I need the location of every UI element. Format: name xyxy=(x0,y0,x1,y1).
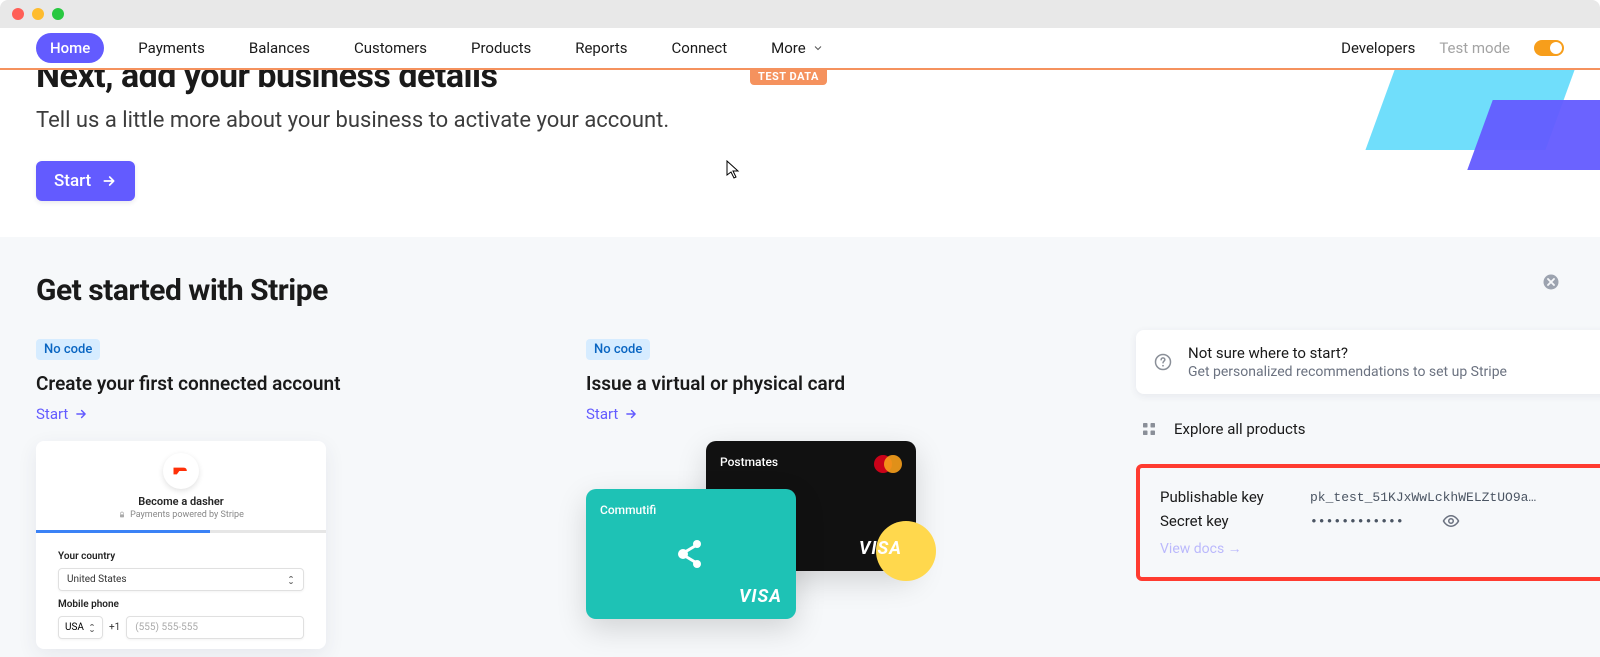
sample-card-commutifi: Commutifi VISA xyxy=(586,489,796,619)
test-mode-toggle[interactable] xyxy=(1534,40,1564,56)
dasher-subtitle-text: Payments powered by Stripe xyxy=(130,510,244,520)
window-zoom-button[interactable] xyxy=(52,8,64,20)
mobile-label: Mobile phone xyxy=(58,599,304,610)
mastercard-icon xyxy=(874,455,902,473)
country-select[interactable]: United States xyxy=(58,568,304,591)
col1-start-link[interactable]: Start xyxy=(36,405,88,423)
country-code-value: USA xyxy=(65,622,84,633)
commutifi-icon xyxy=(671,534,711,574)
col1-title: Create your first connected account xyxy=(36,372,526,395)
country-value: United States xyxy=(67,574,127,585)
nav-more[interactable]: More xyxy=(761,33,834,63)
col2-start-label: Start xyxy=(586,405,618,423)
card-brand-label: Commutifi xyxy=(600,503,782,517)
dasher-preview-card: Become a dasher Payments powered by Stri… xyxy=(36,441,326,649)
activate-account-hero: Next, add your business details Tell us … xyxy=(0,70,1600,237)
window-close-button[interactable] xyxy=(12,8,24,20)
publishable-key-value[interactable]: pk_test_51KJxWwLckhWELZtUO9a… xyxy=(1310,490,1536,505)
no-code-badge: No code xyxy=(586,339,650,360)
cards-illustration: Postmates VISA Commutifi VISA xyxy=(586,441,1076,641)
nav-more-label: More xyxy=(771,39,806,57)
not-sure-title: Not sure where to start? xyxy=(1188,344,1586,362)
nav-balances[interactable]: Balances xyxy=(239,33,320,63)
secret-key-value-masked: •••••••••••• xyxy=(1310,514,1404,529)
start-button-label: Start xyxy=(54,171,91,191)
nav-reports[interactable]: Reports xyxy=(565,33,637,63)
dasher-title: Become a dasher xyxy=(36,495,326,508)
hero-title: Next, add your business details xyxy=(36,70,1564,96)
hero-subtitle: Tell us a little more about your busines… xyxy=(36,108,1564,133)
no-code-badge: No code xyxy=(36,339,100,360)
window-titlebar xyxy=(0,0,1600,28)
country-label: Your country xyxy=(58,551,304,562)
start-button[interactable]: Start xyxy=(36,161,135,201)
nav-customers[interactable]: Customers xyxy=(344,33,437,63)
doordash-logo-icon xyxy=(163,453,199,489)
explore-products-label: Explore all products xyxy=(1174,420,1600,438)
col2-start-link[interactable]: Start xyxy=(586,405,638,423)
top-nav: Home Payments Balances Customers Product… xyxy=(0,28,1600,68)
publishable-key-label: Publishable key xyxy=(1160,488,1280,506)
nav-payments[interactable]: Payments xyxy=(128,33,215,63)
grid-icon xyxy=(1140,420,1158,438)
arrow-right-icon xyxy=(624,407,638,421)
get-started-section: Get started with Stripe No code Create y… xyxy=(0,237,1600,657)
col2-title: Issue a virtual or physical card xyxy=(586,372,1076,395)
visa-logo: VISA xyxy=(859,538,902,559)
dismiss-get-started-icon[interactable] xyxy=(1542,273,1560,291)
api-keys-box-highlighted: Publishable key pk_test_51KJxWwLckhWELZt… xyxy=(1136,464,1600,581)
select-caret-icon xyxy=(287,576,295,584)
nav-connect[interactable]: Connect xyxy=(662,33,738,63)
phone-prefix: +1 xyxy=(109,622,120,633)
question-circle-icon xyxy=(1154,353,1172,371)
get-started-side-panel: Not sure where to start? Get personalize… xyxy=(1136,330,1600,649)
phone-input[interactable]: (555) 555-555 xyxy=(126,616,304,639)
window-minimize-button[interactable] xyxy=(32,8,44,20)
visa-logo: VISA xyxy=(739,586,782,607)
nav-developers[interactable]: Developers xyxy=(1341,39,1415,57)
get-started-heading: Get started with Stripe xyxy=(36,273,1564,308)
get-started-col-connected-account: No code Create your first connected acco… xyxy=(36,338,526,649)
get-started-col-issue-card: No code Issue a virtual or physical card… xyxy=(586,338,1076,649)
reveal-eye-icon[interactable] xyxy=(1442,512,1460,530)
col1-start-label: Start xyxy=(36,405,68,423)
dasher-subtitle: Payments powered by Stripe xyxy=(36,510,326,520)
lock-icon xyxy=(118,511,126,519)
test-mode-label: Test mode xyxy=(1439,39,1510,57)
nav-products[interactable]: Products xyxy=(461,33,541,63)
country-code-select[interactable]: USA xyxy=(58,616,103,639)
select-caret-icon xyxy=(88,624,96,632)
view-docs-link[interactable]: View docs → xyxy=(1160,540,1242,557)
explore-products-row[interactable]: Explore all products xyxy=(1136,412,1600,446)
not-sure-card[interactable]: Not sure where to start? Get personalize… xyxy=(1136,330,1600,394)
arrow-right-icon xyxy=(74,407,88,421)
not-sure-subtitle: Get personalized recommendations to set … xyxy=(1188,364,1586,380)
nav-home[interactable]: Home xyxy=(36,33,104,63)
arrow-right-icon xyxy=(101,173,117,189)
secret-key-label: Secret key xyxy=(1160,512,1280,530)
chevron-down-icon xyxy=(812,42,824,54)
